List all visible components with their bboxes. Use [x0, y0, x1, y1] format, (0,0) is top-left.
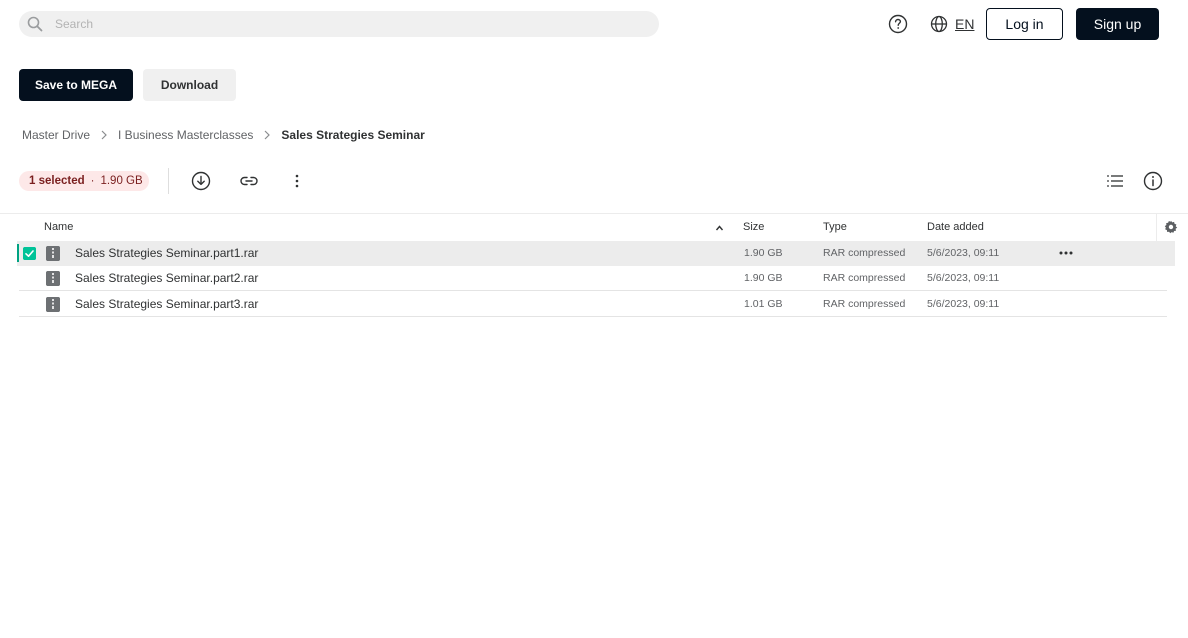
selection-badge: 1 selected · 1.90 GB — [19, 171, 149, 191]
save-to-mega-button[interactable]: Save to MEGA — [19, 69, 133, 101]
column-header-size[interactable]: Size — [743, 221, 764, 233]
login-button[interactable]: Log in — [986, 8, 1063, 40]
rar-file-icon — [46, 246, 60, 261]
chevron-right-icon — [264, 130, 271, 140]
search-icon — [27, 16, 43, 32]
globe-icon — [930, 15, 948, 33]
checkbox-checked-icon[interactable] — [23, 247, 36, 260]
chevron-right-icon — [101, 130, 107, 140]
column-header-type[interactable]: Type — [823, 221, 847, 233]
column-divider — [1156, 213, 1157, 241]
file-type: RAR compressed — [823, 298, 906, 310]
table-row[interactable]: Sales Strategies Seminar.part3.rar 1.01 … — [19, 292, 1167, 317]
breadcrumb-item-master-drive[interactable]: Master Drive — [22, 128, 90, 142]
signup-button[interactable]: Sign up — [1076, 8, 1159, 40]
selection-count: 1 selected — [29, 175, 85, 187]
file-name: Sales Strategies Seminar.part2.rar — [75, 271, 259, 285]
language-selector[interactable]: EN — [930, 14, 974, 34]
column-header-name[interactable]: Name — [44, 221, 73, 233]
toolbar-divider — [168, 168, 169, 194]
rar-file-icon — [46, 271, 60, 286]
search-bar[interactable] — [19, 11, 659, 37]
file-name: Sales Strategies Seminar.part1.rar — [75, 246, 259, 260]
help-icon[interactable] — [888, 14, 908, 34]
file-name: Sales Strategies Seminar.part3.rar — [75, 297, 259, 311]
rar-file-icon — [46, 297, 60, 312]
breadcrumb-item-current: Sales Strategies Seminar — [281, 128, 425, 142]
file-size: 1.01 GB — [744, 298, 783, 310]
download-button[interactable]: Download — [143, 69, 236, 101]
link-icon[interactable] — [239, 171, 259, 191]
file-size: 1.90 GB — [744, 272, 783, 284]
list-view-icon[interactable] — [1105, 171, 1125, 191]
selection-separator: · — [90, 175, 95, 187]
file-size: 1.90 GB — [744, 247, 783, 259]
file-date: 5/6/2023, 09:11 — [927, 247, 1000, 259]
more-vertical-icon[interactable] — [287, 171, 307, 191]
file-date: 5/6/2023, 09:11 — [927, 298, 1000, 310]
column-header-date[interactable]: Date added — [927, 221, 984, 233]
settings-icon[interactable] — [1164, 220, 1178, 234]
file-date: 5/6/2023, 09:11 — [927, 272, 1000, 284]
more-horizontal-icon[interactable] — [1058, 246, 1074, 260]
file-type: RAR compressed — [823, 247, 906, 259]
file-type: RAR compressed — [823, 272, 906, 284]
download-icon[interactable] — [191, 171, 211, 191]
table-row[interactable]: Sales Strategies Seminar.part1.rar 1.90 … — [17, 241, 1175, 266]
table-divider — [0, 213, 1188, 214]
selection-size: 1.90 GB — [100, 175, 143, 187]
sort-up-icon[interactable] — [715, 224, 724, 232]
info-icon[interactable] — [1143, 171, 1163, 191]
search-input[interactable] — [55, 15, 645, 33]
language-code: EN — [955, 16, 975, 32]
breadcrumb: Master Drive I Business Masterclasses Sa… — [22, 127, 425, 143]
table-row[interactable]: Sales Strategies Seminar.part2.rar 1.90 … — [19, 266, 1167, 291]
breadcrumb-item-business-masterclasses[interactable]: I Business Masterclasses — [118, 128, 253, 142]
